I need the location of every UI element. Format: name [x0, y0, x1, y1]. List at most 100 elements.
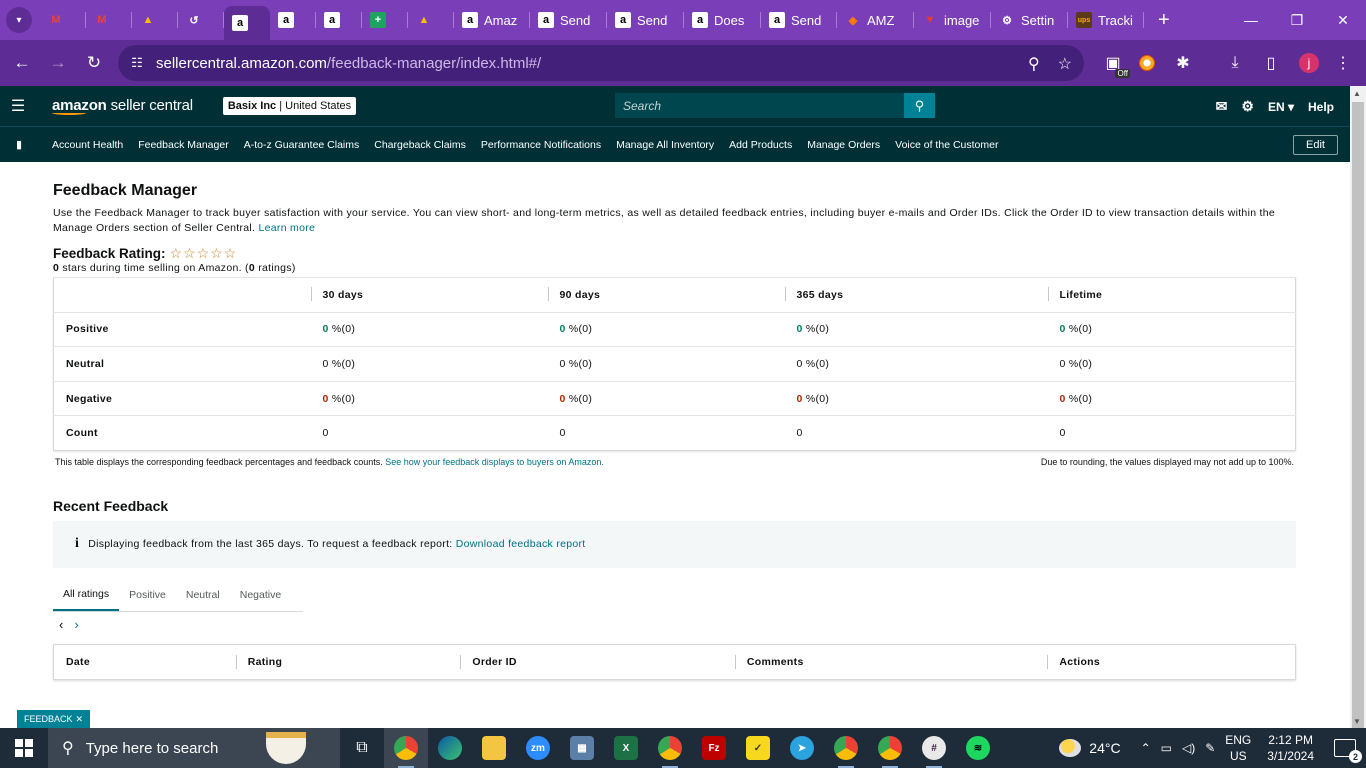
browser-tab[interactable]: ▼ image	[914, 0, 991, 40]
seller-central-logo[interactable]: amazon seller central	[52, 97, 193, 115]
extensions-puzzle-icon[interactable]: ✱	[1170, 50, 1196, 76]
site-info-icon[interactable]: ☷	[118, 55, 156, 71]
nav-link[interactable]: Manage Orders	[807, 139, 880, 151]
browser-tab[interactable]: ◆ AMZ	[837, 0, 914, 40]
learn-more-link[interactable]: Learn more	[258, 222, 315, 234]
profile-avatar[interactable]: j	[1296, 50, 1322, 76]
rating-tab[interactable]: Positive	[119, 579, 176, 611]
search-icon[interactable]: ⚲	[904, 93, 935, 118]
chrome-profile-3-icon[interactable]	[868, 728, 912, 768]
chrome-profile-icon[interactable]	[648, 728, 692, 768]
tray-overflow-icon[interactable]: ⌃	[1141, 741, 1151, 755]
extension-off-icon[interactable]: ▣ Off	[1100, 50, 1130, 78]
notification-center-icon[interactable]: 2	[1334, 739, 1362, 763]
browser-tab[interactable]: a Does	[684, 0, 761, 40]
scroll-up-icon[interactable]: ▲	[1353, 89, 1361, 98]
pen-icon[interactable]: ✎	[1205, 741, 1215, 755]
volume-icon[interactable]: ◁)	[1182, 741, 1195, 755]
nav-link[interactable]: Performance Notifications	[481, 139, 601, 151]
close-window-icon[interactable]: ✕	[1320, 0, 1366, 40]
scroll-thumb[interactable]	[1352, 102, 1364, 736]
network-icon[interactable]: ▭	[1161, 741, 1172, 755]
download-feedback-report-link[interactable]: Download feedback report	[456, 538, 586, 550]
rating-tab[interactable]: All ratings	[53, 579, 120, 612]
input-language[interactable]: ENG US	[1225, 732, 1251, 764]
close-icon[interactable]: ✕	[75, 714, 83, 725]
nav-link[interactable]: Feedback Manager	[138, 139, 228, 151]
recent-feedback-title: Recent Feedback	[53, 497, 169, 514]
browser-tab[interactable]: a Send	[530, 0, 607, 40]
nav-link[interactable]: Add Products	[729, 139, 792, 151]
rating-tab[interactable]: Neutral	[176, 579, 230, 611]
browser-tab[interactable]: ↺	[178, 0, 224, 40]
downloads-icon[interactable]: ⤓	[1222, 50, 1248, 76]
zoom-app-icon[interactable]: zm	[516, 728, 560, 768]
edit-nav-button[interactable]: Edit	[1293, 135, 1338, 155]
previous-page-icon[interactable]: ‹	[59, 617, 63, 632]
browser-tab[interactable]: ▲	[408, 0, 454, 40]
reload-icon[interactable]: ↻	[76, 45, 112, 81]
side-panel-icon[interactable]: ▯	[1258, 50, 1284, 76]
metrics-row: Count 0 0 0 0	[53, 415, 1296, 451]
browser-tab[interactable]: ▲	[132, 0, 178, 40]
filezilla-icon[interactable]: Fz	[692, 728, 736, 768]
minimize-icon[interactable]: —	[1228, 0, 1274, 40]
restore-icon[interactable]: ❐	[1274, 0, 1320, 40]
tab-search-button[interactable]: ▾	[6, 7, 32, 33]
browser-tab[interactable]: a Send	[761, 0, 837, 40]
scroll-down-icon[interactable]: ▼	[1353, 717, 1361, 726]
sticky-notes-icon[interactable]: ✓	[736, 728, 780, 768]
nav-link[interactable]: Account Health	[52, 139, 123, 151]
forward-icon[interactable]: →	[40, 45, 76, 81]
calculator-icon[interactable]: ▦	[560, 728, 604, 768]
weather-widget[interactable]: 24°C	[1059, 739, 1121, 757]
settings-gear-icon[interactable]: ⚙	[1241, 98, 1254, 115]
spotify-icon[interactable]: ≋	[956, 728, 1000, 768]
browser-tab[interactable]: a	[316, 0, 362, 40]
address-bar[interactable]: ☷ sellercentral.amazon.com/feedback-mana…	[118, 45, 1084, 81]
telegram-icon[interactable]: ➤	[780, 728, 824, 768]
hamburger-menu-icon[interactable]: ☰	[0, 96, 36, 116]
next-page-icon[interactable]: ›	[74, 617, 78, 632]
help-link[interactable]: Help	[1308, 100, 1334, 114]
browser-tab[interactable]: +	[362, 0, 408, 40]
browser-tab[interactable]: a	[270, 0, 316, 40]
task-view-icon[interactable]: ⧉	[340, 728, 384, 768]
extension-circle-icon[interactable]	[1134, 50, 1160, 76]
page-scrollbar[interactable]: ▲ ▼	[1350, 86, 1366, 736]
excel-icon[interactable]: X	[604, 728, 648, 768]
browser-tab[interactable]: a	[224, 6, 270, 40]
language-selector[interactable]: EN ▾	[1268, 100, 1294, 114]
mail-icon[interactable]: ✉	[1216, 98, 1228, 115]
search-input[interactable]: Search	[615, 93, 905, 118]
browser-tab[interactable]: a Amaz	[454, 0, 530, 40]
bookmark-icon[interactable]: ▮	[0, 138, 38, 151]
file-explorer-icon[interactable]	[472, 728, 516, 768]
zoom-icon[interactable]: ⚲	[1028, 54, 1040, 74]
windows-start-icon[interactable]	[0, 739, 48, 757]
taskbar-search-input[interactable]: ⚲ Type here to search	[48, 728, 340, 768]
nav-link[interactable]: Chargeback Claims	[374, 139, 466, 151]
slack-icon[interactable]: #	[912, 728, 956, 768]
chrome-profile-2-icon[interactable]	[824, 728, 868, 768]
browser-tab[interactable]: a Send	[607, 0, 684, 40]
browser-menu-icon[interactable]: ⋮	[1330, 50, 1356, 76]
nav-link[interactable]: Manage All Inventory	[616, 139, 714, 151]
bookmark-star-icon[interactable]: ☆	[1058, 54, 1072, 74]
edge-icon[interactable]	[428, 728, 472, 768]
new-tab-button[interactable]: +	[1144, 9, 1184, 32]
browser-tab[interactable]: M	[40, 0, 86, 40]
marketplace-switcher[interactable]: Basix Inc | United States	[222, 97, 357, 115]
nav-link[interactable]: A-to-z Guarantee Claims	[244, 139, 360, 151]
browser-tab[interactable]: ⚙ Settin	[991, 0, 1068, 40]
logo-light-text: seller central	[106, 97, 193, 114]
see-feedback-display-link[interactable]: See how your feedback displays to buyers…	[385, 457, 604, 467]
rating-tab[interactable]: Negative	[230, 579, 291, 611]
browser-tab[interactable]: ups Tracki	[1068, 0, 1144, 40]
feedback-widget-tab[interactable]: FEEDBACK ✕	[17, 710, 90, 728]
back-icon[interactable]: ←	[4, 45, 40, 81]
clock[interactable]: 2:12 PM 3/1/2024	[1267, 732, 1314, 764]
nav-link[interactable]: Voice of the Customer	[895, 139, 998, 151]
browser-tab[interactable]: M	[86, 0, 132, 40]
chrome-icon[interactable]	[384, 728, 428, 768]
